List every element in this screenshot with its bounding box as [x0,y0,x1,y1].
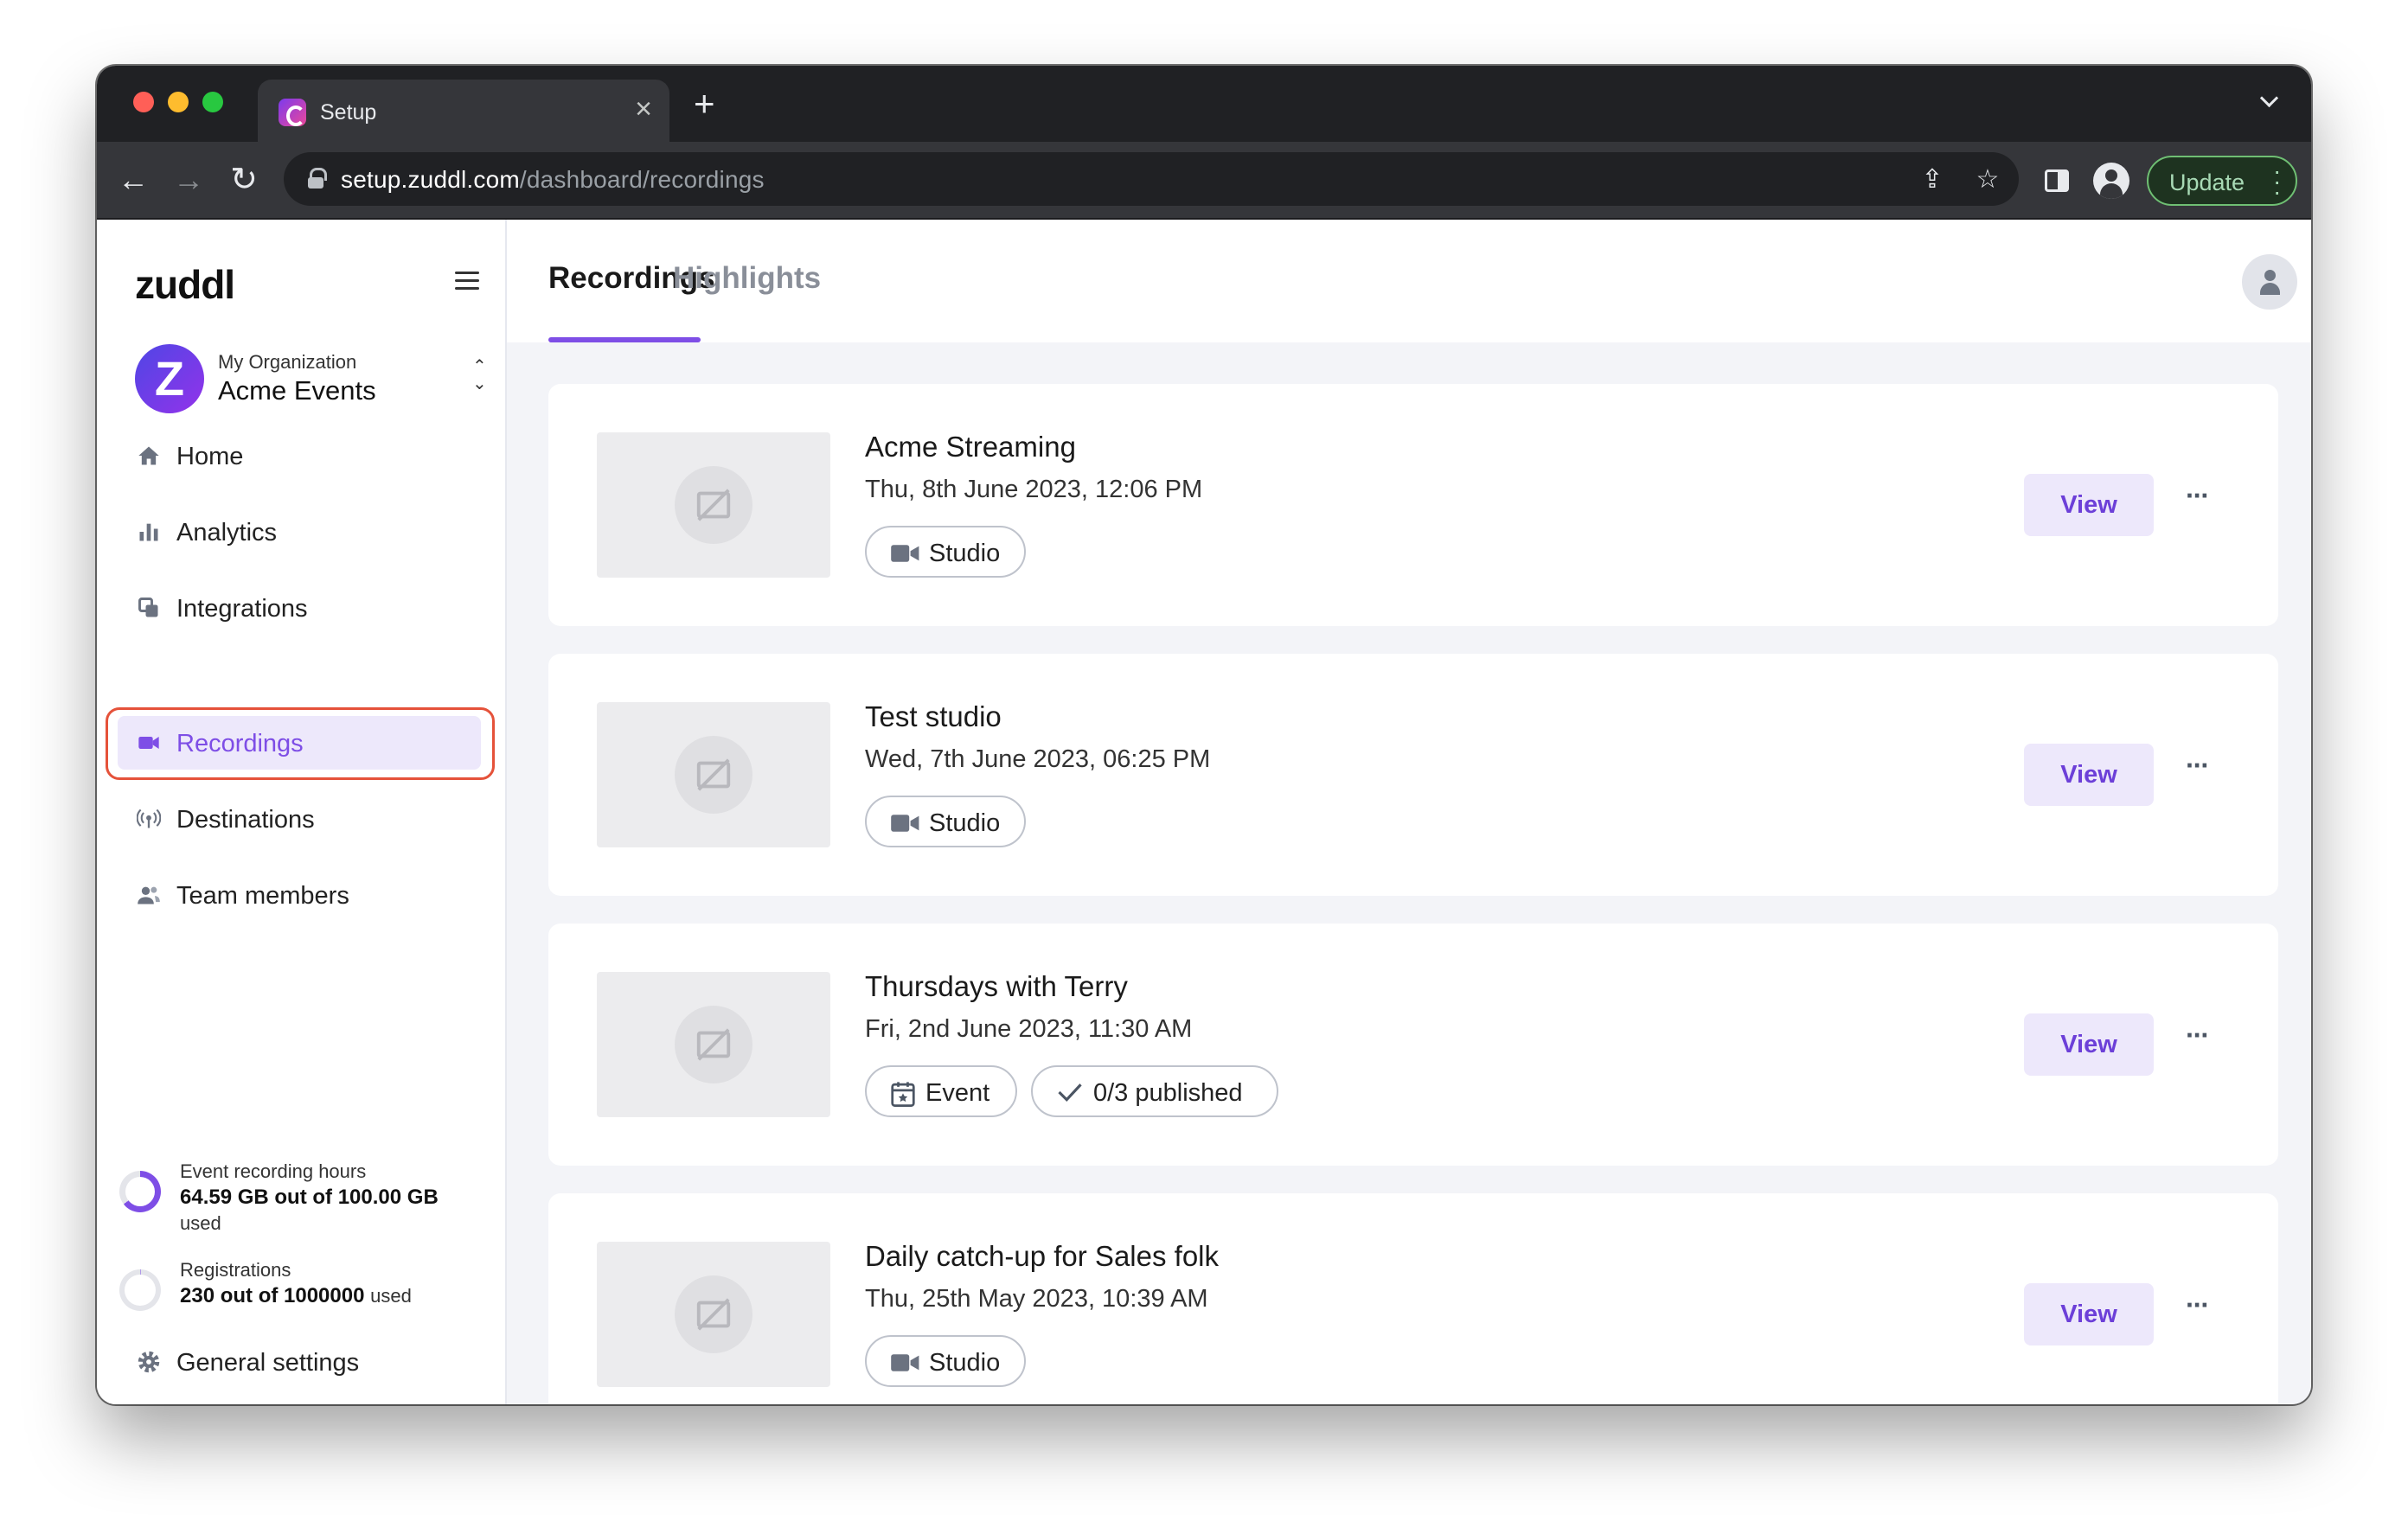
publish-status-chip: 0/3 published [1031,1065,1278,1117]
view-button[interactable]: View [2024,744,2154,806]
check-icon [1058,1083,1082,1103]
update-button[interactable]: Update · · · [2147,156,2297,206]
browser-tab-strip: Setup × + [97,66,2311,142]
recording-thumbnail[interactable] [597,702,830,847]
recording-date: Wed, 7th June 2023, 06:25 PM [865,745,1211,773]
user-avatar[interactable] [2242,254,2297,310]
browser-toolbar: ← → ↻ setup.zuddl.com/dashboard/recordin… [97,142,2311,220]
close-window-button[interactable] [133,92,154,112]
sidebar-item-destinations[interactable]: Destinations [118,792,481,846]
bookmark-star-icon[interactable]: ☆ [1970,163,2005,197]
people-icon [138,886,160,904]
share-icon[interactable]: ⇪ [1915,163,1950,197]
org-avatar: Z [135,344,204,413]
more-options-icon[interactable]: ··· [2180,482,2214,521]
address-bar[interactable]: setup.zuddl.com/dashboard/recordings ⇪ ☆ [284,152,2019,206]
view-button[interactable]: View [2024,1013,2154,1076]
recording-thumbnail[interactable] [597,432,830,578]
recording-card: Acme Streaming Thu, 8th June 2023, 12:06… [548,384,2278,626]
hamburger-menu-icon[interactable] [455,272,479,291]
recording-card: Thursdays with Terry Fri, 2nd June 2023,… [548,924,2278,1166]
no-video-icon [696,1298,731,1331]
url-text[interactable]: setup.zuddl.com/dashboard/recordings [341,166,765,194]
more-vertical-icon: · · · [2273,157,2282,205]
broadcast-icon [137,809,161,828]
source-chip: Studio [865,796,1026,847]
no-video-icon [696,1028,731,1061]
tab-search-chevron-icon[interactable] [2258,88,2282,112]
view-button[interactable]: View [2024,474,2154,536]
usage-ring [119,1171,161,1212]
zuddl-logo[interactable]: zuddl [135,261,235,308]
recording-date: Fri, 2nd June 2023, 11:30 AM [865,1015,1193,1043]
recording-date: Thu, 25th May 2023, 10:39 AM [865,1285,1208,1313]
recordings-highlight-outline [106,707,495,780]
recording-card: Daily catch-up for Sales folk Thu, 25th … [548,1193,2278,1404]
recording-title: Thursdays with Terry [865,970,1128,1002]
more-options-icon[interactable]: ··· [2180,1291,2214,1330]
sidebar-item-analytics[interactable]: Analytics [118,505,481,559]
general-settings-link[interactable]: General settings [118,1335,481,1389]
usage-value: 64.59 GB out of 100.00 GB used [180,1186,439,1234]
source-chip: Event [865,1065,1017,1117]
recording-title: Acme Streaming [865,431,1076,463]
back-arrow-icon[interactable]: ← [114,161,152,199]
no-video-icon [696,758,731,791]
browser-tab-setup[interactable]: Setup × [258,80,669,142]
recording-title: Test studio [865,700,1002,732]
recording-thumbnail[interactable] [597,1242,830,1387]
profile-icon[interactable] [2093,163,2129,199]
usage-title: Registrations [180,1259,291,1281]
app-root: zuddl Z My Organization Acme Events ⌃ ⌄ H… [97,220,2311,1404]
view-button[interactable]: View [2024,1283,2154,1345]
lock-icon[interactable] [308,168,327,189]
usage-ring [119,1269,161,1311]
recording-thumbnail[interactable] [597,972,830,1117]
more-options-icon[interactable]: ··· [2180,1021,2214,1060]
recording-date: Thu, 8th June 2023, 12:06 PM [865,476,1203,503]
browser-tab-title: Setup [320,100,377,125]
video-camera-icon [891,815,919,832]
org-kicker: My Organization [218,351,357,373]
browser-window: Setup × + ← → ↻ setup.zuddl.com/dashboar… [97,66,2311,1404]
active-tab-indicator [548,337,701,342]
usage-title: Event recording hours [180,1160,367,1182]
integrations-icon [138,598,158,617]
side-panel-icon[interactable] [2045,169,2069,192]
sidebar-item-team-members[interactable]: Team members [118,868,481,922]
minimize-window-button[interactable] [168,92,189,112]
sidebar-item-integrations[interactable]: Integrations [118,581,481,635]
calendar-icon [891,1082,915,1107]
organization-switcher[interactable]: Z My Organization Acme Events ⌃ ⌄ [135,344,490,413]
main-content: Recordings Highlights Acme Streaming Thu… [507,220,2311,1404]
tabs-header: Recordings Highlights [507,220,2311,342]
source-chip: Studio [865,1335,1026,1387]
usage-value: 230 out of 1000000 used [180,1284,412,1307]
gear-icon [138,1351,160,1373]
recording-card: Test studio Wed, 7th June 2023, 06:25 PM… [548,654,2278,896]
new-tab-icon[interactable]: + [694,85,715,123]
forward-arrow-icon[interactable]: → [170,161,208,199]
reload-icon[interactable]: ↻ [225,161,263,199]
more-options-icon[interactable]: ··· [2180,751,2214,790]
recording-title: Daily catch-up for Sales folk [865,1240,1220,1272]
sidebar: zuddl Z My Organization Acme Events ⌃ ⌄ H… [97,220,507,1404]
zuddl-favicon-icon [279,99,306,126]
home-icon [138,446,159,465]
video-camera-icon [891,1354,919,1371]
sidebar-item-home[interactable]: Home [118,429,481,483]
no-video-icon [696,489,731,521]
bar-chart-icon [139,523,158,541]
source-chip: Studio [865,526,1026,578]
tab-highlights[interactable]: Highlights [673,261,821,296]
org-name: Acme Events [218,375,376,406]
chevron-up-down-icon[interactable]: ⌃ ⌄ [472,358,487,393]
video-camera-icon [891,545,919,562]
maximize-window-button[interactable] [202,92,223,112]
close-tab-icon[interactable]: × [635,92,652,126]
